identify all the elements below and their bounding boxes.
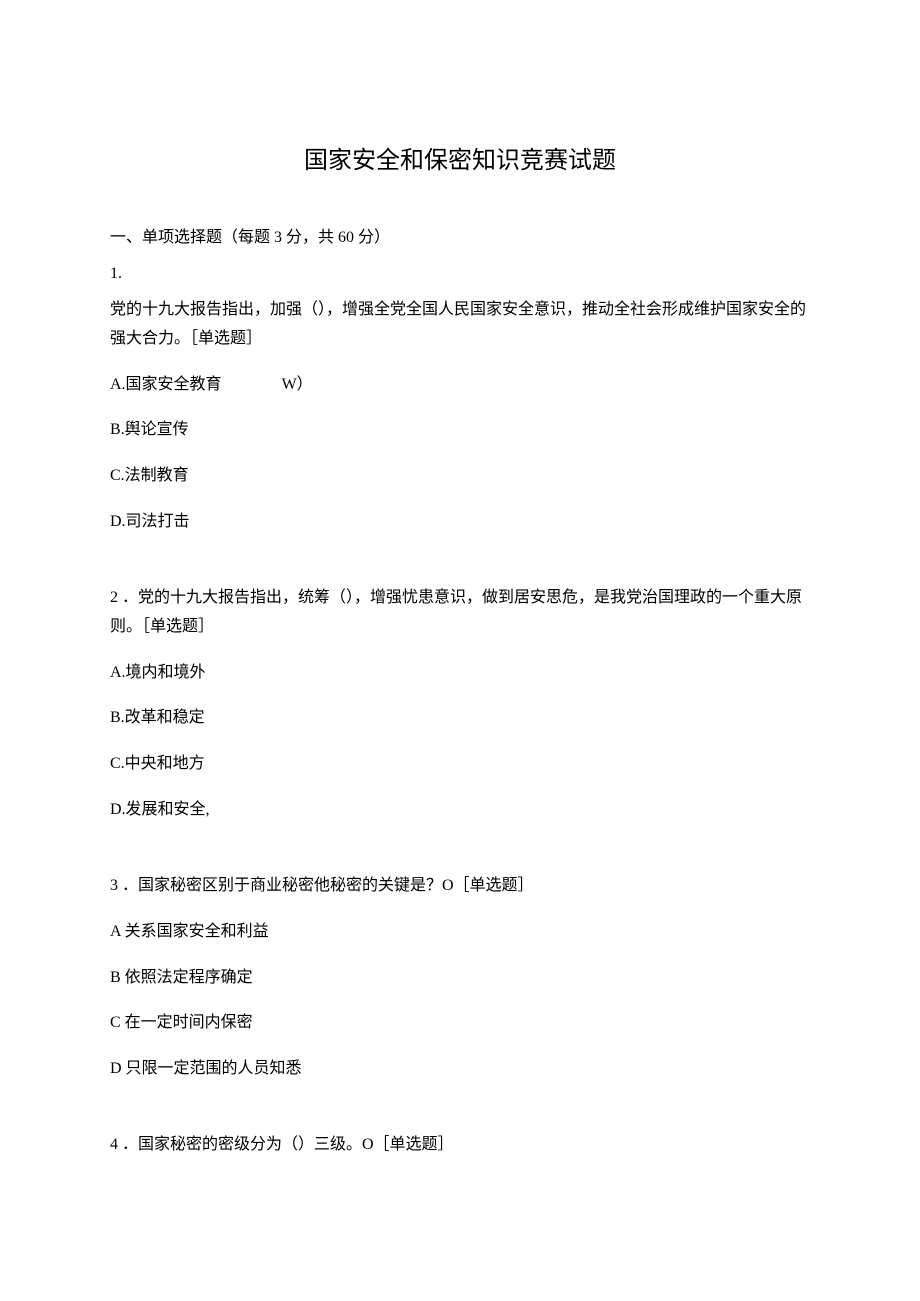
q3-option-a: A 关系国家安全和利益 — [110, 919, 810, 945]
q2-text: 2 ．党的十九大报告指出，统筹（），增强忧患意识，做到居安思危，是我党治国理政的… — [110, 584, 810, 642]
q2-option-b: B.改革和稳定 — [110, 705, 810, 731]
q3-option-b: B 依照法定程序确定 — [110, 965, 810, 991]
q3-option-d: D 只限一定范围的人员知悉 — [110, 1056, 810, 1082]
q2-option-a: A.境内和境外 — [110, 660, 810, 686]
q2-option-c: C.中央和地方 — [110, 751, 810, 777]
q4-text: 4 ．国家秘密的密级分为（）三级。O［单选题］ — [110, 1131, 810, 1160]
q1-text: 党的十九大报告指出，加强（），增强全党全国人民国家安全意识，推动全社会形成维护国… — [110, 296, 810, 354]
q1-option-c: C.法制教育 — [110, 463, 810, 489]
document-title: 国家安全和保密知识竞赛试题 — [110, 140, 810, 175]
spacer — [110, 842, 810, 872]
spacer — [110, 554, 810, 584]
q1-option-a-row: A.国家安全教育 W） — [110, 372, 810, 398]
q2-option-d: D.发展和安全, — [110, 797, 810, 823]
q1-option-a-mark: W） — [282, 372, 313, 398]
q3-option-c: C 在一定时间内保密 — [110, 1010, 810, 1036]
document-page: 国家安全和保密知识竞赛试题 一、单项选择题（每题 3 分，共 60 分） 1. … — [0, 0, 920, 1238]
q3-text: 3 ．国家秘密区别于商业秘密他秘密的关键是？O［单选题］ — [110, 872, 810, 901]
q1-option-d: D.司法打击 — [110, 509, 810, 535]
section-header: 一、单项选择题（每题 3 分，共 60 分） — [110, 225, 810, 251]
spacer — [110, 1101, 810, 1131]
q1-number: 1. — [110, 261, 810, 287]
q1-option-a: A.国家安全教育 — [110, 372, 222, 398]
q1-option-b: B.舆论宣传 — [110, 417, 810, 443]
